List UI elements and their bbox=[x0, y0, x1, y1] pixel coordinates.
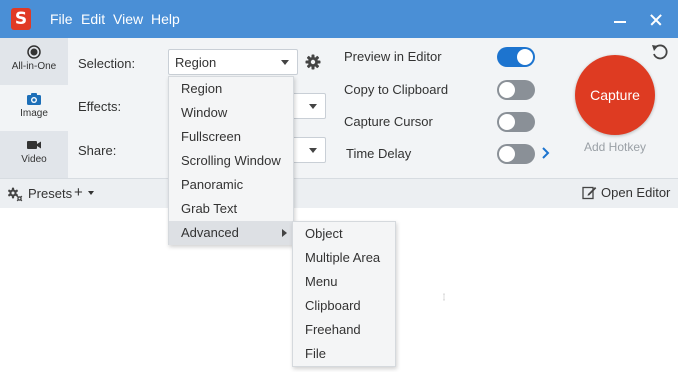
submenu-arrow-icon bbox=[282, 229, 287, 237]
chevron-right-icon bbox=[542, 147, 550, 159]
text-cursor-icon bbox=[443, 293, 445, 301]
add-hotkey-link[interactable]: Add Hotkey bbox=[584, 140, 646, 154]
copy-to-clipboard-label: Copy to Clipboard bbox=[344, 82, 449, 97]
menu-item-window[interactable]: Window bbox=[169, 101, 293, 125]
record-icon bbox=[27, 45, 41, 59]
selection-dropdown[interactable]: Region bbox=[168, 49, 298, 75]
tab-label: Image bbox=[20, 108, 48, 119]
menu-item-panoramic[interactable]: Panoramic bbox=[169, 173, 293, 197]
chevron-down-icon bbox=[309, 148, 317, 153]
preview-in-editor-toggle[interactable] bbox=[497, 47, 535, 67]
advanced-submenu: Object Multiple Area Menu Clipboard Free… bbox=[292, 221, 396, 367]
gear-icon bbox=[305, 54, 321, 70]
bottom-bar: Presets bbox=[0, 178, 678, 208]
submenu-item-multiple-area[interactable]: Multiple Area bbox=[293, 246, 395, 270]
menu-item-region[interactable]: Region bbox=[169, 77, 293, 101]
selection-dropdown-menu: Region Window Fullscreen Scrolling Windo… bbox=[168, 76, 294, 245]
presets-gear-icon bbox=[7, 187, 23, 202]
caret-down-icon bbox=[87, 191, 94, 196]
toggle-knob bbox=[499, 146, 515, 162]
menu-edit[interactable]: Edit bbox=[81, 11, 105, 27]
selection-label: Selection: bbox=[78, 56, 136, 71]
menu-view[interactable]: View bbox=[113, 11, 143, 27]
submenu-item-clipboard[interactable]: Clipboard bbox=[293, 294, 395, 318]
menu-item-grab-text[interactable]: Grab Text bbox=[169, 197, 293, 221]
menu-item-scrolling-window[interactable]: Scrolling Window bbox=[169, 149, 293, 173]
time-delay-expand-button[interactable] bbox=[540, 145, 552, 161]
tab-label: All-in-One bbox=[11, 61, 57, 72]
open-editor-label: Open Editor bbox=[601, 185, 671, 200]
submenu-item-file[interactable]: File bbox=[293, 342, 395, 366]
menu-item-advanced-label: Advanced bbox=[181, 225, 239, 240]
submenu-item-freehand[interactable]: Freehand bbox=[293, 318, 395, 342]
video-camera-icon bbox=[27, 141, 41, 149]
tab-all-in-one[interactable]: All-in-One bbox=[0, 38, 68, 84]
selection-value: Region bbox=[175, 55, 217, 70]
menu-help[interactable]: Help bbox=[151, 11, 180, 27]
chevron-down-icon bbox=[309, 104, 317, 109]
snagit-logo-icon: S bbox=[11, 8, 31, 30]
chevron-down-icon bbox=[281, 60, 289, 65]
minimize-button[interactable] bbox=[608, 8, 632, 30]
submenu-item-menu[interactable]: Menu bbox=[293, 270, 395, 294]
tab-video[interactable]: Video bbox=[0, 131, 68, 177]
add-preset-label: + bbox=[74, 184, 83, 201]
selection-settings-button[interactable] bbox=[302, 50, 324, 74]
add-preset-button[interactable]: + bbox=[74, 184, 94, 201]
time-delay-label: Time Delay bbox=[346, 146, 412, 161]
tab-label: Video bbox=[21, 154, 47, 165]
effects-label: Effects: bbox=[78, 99, 122, 114]
edit-icon bbox=[582, 186, 597, 200]
toggle-knob bbox=[499, 82, 515, 98]
copy-to-clipboard-toggle[interactable] bbox=[497, 80, 535, 100]
preview-in-editor-label: Preview in Editor bbox=[344, 49, 442, 64]
time-delay-toggle[interactable] bbox=[497, 144, 535, 164]
undo-icon bbox=[652, 44, 668, 60]
capture-cursor-label: Capture Cursor bbox=[344, 114, 433, 129]
menu-item-fullscreen[interactable]: Fullscreen bbox=[169, 125, 293, 149]
menu-item-advanced[interactable]: Advanced bbox=[169, 221, 293, 245]
title-bar: S File Edit View Help bbox=[0, 0, 678, 38]
share-label: Share: bbox=[78, 143, 117, 158]
tab-image[interactable]: Image bbox=[0, 85, 68, 131]
presets-label: Presets bbox=[28, 186, 73, 201]
toggle-knob bbox=[499, 114, 515, 130]
toggle-knob bbox=[517, 49, 533, 65]
capture-mode-sidebar: All-in-One Image Video bbox=[0, 38, 68, 178]
capture-cursor-toggle[interactable] bbox=[497, 112, 535, 132]
menu-file[interactable]: File bbox=[50, 11, 73, 27]
submenu-item-object[interactable]: Object bbox=[293, 222, 395, 246]
capture-button[interactable]: Capture bbox=[575, 55, 655, 135]
reset-button[interactable] bbox=[650, 42, 670, 62]
snagit-capture-window: S File Edit View Help All-in-One Image V… bbox=[0, 0, 678, 208]
camera-icon bbox=[27, 93, 41, 105]
close-button[interactable] bbox=[644, 8, 668, 30]
